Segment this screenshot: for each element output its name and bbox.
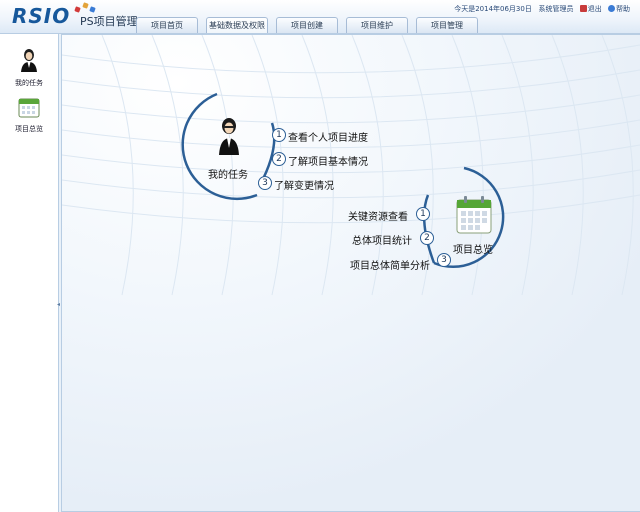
task-step-1-badge: 1 <box>272 128 286 142</box>
person-icon <box>219 118 239 155</box>
overview-item-analysis[interactable]: 项目总体简单分析 <box>350 257 430 272</box>
overview-step-3-badge: 3 <box>437 253 451 267</box>
calendar-icon <box>18 98 40 118</box>
main-content: 我的任务 1 查看个人项目进度 2 了解项目基本情况 3 了解变更情况 项目总览… <box>61 34 640 512</box>
tab-project-manage[interactable]: 项目管理 <box>416 17 478 33</box>
task-item-progress[interactable]: 查看个人项目进度 <box>288 129 368 144</box>
overview-step-1-badge: 1 <box>416 207 430 221</box>
overview-item-statistics[interactable]: 总体项目统计 <box>352 232 412 247</box>
task-hub-label[interactable]: 我的任务 <box>208 166 248 181</box>
help-link[interactable]: 帮助 <box>616 5 630 13</box>
sidebar-item-label: 项目总览 <box>15 125 43 133</box>
task-step-2-badge: 2 <box>272 152 286 166</box>
sidebar: 我的任务 项目总览 ◂ <box>0 34 60 512</box>
brand-logo: RSIO <box>12 4 71 28</box>
task-step-3-badge: 3 <box>258 176 272 190</box>
logout-link[interactable]: 退出 <box>588 5 602 13</box>
hub-arcs <box>181 92 505 268</box>
tab-project-create[interactable]: 项目创建 <box>276 17 338 33</box>
task-item-basic-info[interactable]: 了解项目基本情况 <box>288 153 368 168</box>
sidebar-item-overview[interactable]: 项目总览 <box>0 96 58 134</box>
tab-basic-data[interactable]: 基础数据及权限 <box>206 17 268 33</box>
overview-step-2-badge: 2 <box>420 231 434 245</box>
logout-icon[interactable] <box>579 5 587 12</box>
tab-project-maintain[interactable]: 项目维护 <box>346 17 408 33</box>
overview-item-key-resources[interactable]: 关键资源查看 <box>348 208 408 223</box>
sidebar-item-my-tasks[interactable]: 我的任务 <box>0 48 58 88</box>
status-bar: 今天是2014年06月30日 系统管理员 退出 帮助 <box>454 4 630 14</box>
date-text: 今天是2014年06月30日 <box>454 5 532 13</box>
tab-home[interactable]: 项目首页 <box>136 17 198 33</box>
top-header: RSIO PS项目管理 项目首页 基础数据及权限 项目创建 项目维护 项目管理 … <box>0 0 640 34</box>
main-tabs: 项目首页 基础数据及权限 项目创建 项目维护 项目管理 <box>136 17 486 33</box>
task-item-changes[interactable]: 了解变更情况 <box>274 177 334 192</box>
current-user[interactable]: 系统管理员 <box>539 5 574 13</box>
sidebar-item-label: 我的任务 <box>15 79 43 87</box>
overview-hub-label[interactable]: 项目总览 <box>453 241 493 256</box>
calendar-icon <box>456 196 492 234</box>
help-icon[interactable] <box>608 5 615 12</box>
person-icon <box>21 49 37 72</box>
app-title: PS项目管理 <box>80 15 138 28</box>
